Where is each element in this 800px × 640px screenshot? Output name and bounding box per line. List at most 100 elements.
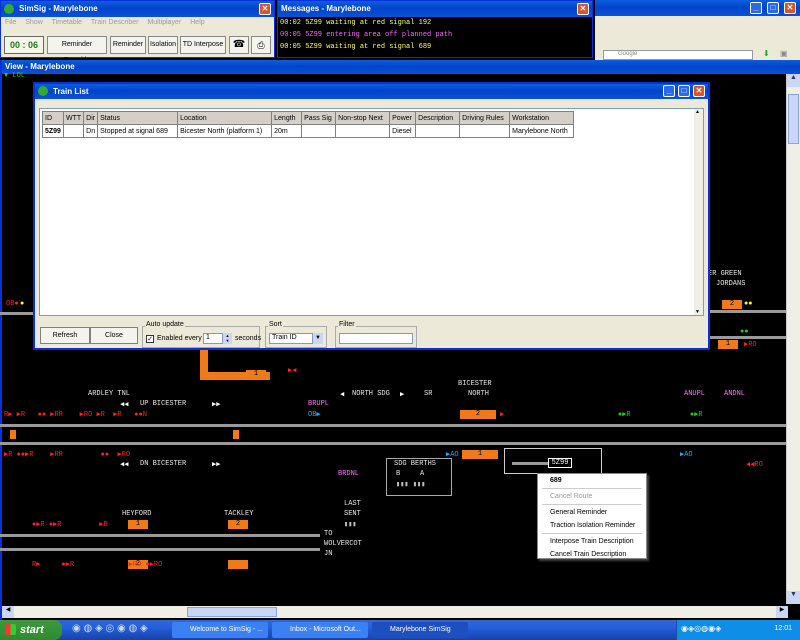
toolbar-icon[interactable]: ▣	[780, 49, 788, 58]
reminder-button[interactable]: Reminder	[110, 36, 146, 54]
track-circuit	[233, 430, 239, 439]
menu-train-describer[interactable]: Train Describer	[91, 19, 139, 26]
filter-input[interactable]	[339, 333, 413, 344]
menu-file[interactable]: File	[5, 19, 16, 26]
col-wtt[interactable]: WTT	[62, 111, 85, 125]
windows-logo-icon	[5, 624, 16, 635]
cell-pass-sig	[301, 124, 337, 138]
close-icon[interactable]: ✕	[577, 3, 589, 15]
scroll-up-icon[interactable]: ▲	[787, 74, 800, 87]
col-location[interactable]: Location	[177, 111, 273, 125]
interval-spinner[interactable]: ▲ ▼	[223, 333, 232, 344]
reminder-override-button[interactable]: Reminder Override	[47, 36, 107, 64]
taskbar-inbox-outlook[interactable]: Inbox - Microsoft Out...	[272, 622, 368, 638]
menu-separator	[542, 504, 642, 505]
col-id[interactable]: ID	[42, 111, 64, 125]
cell-driving-rules	[459, 124, 511, 138]
table-row[interactable]: 5Z99 Dn Stopped at signal 689 Bicester N…	[42, 124, 575, 138]
menu-timetable[interactable]: Timetable	[52, 19, 82, 26]
general-reminder-item[interactable]: General Reminder	[538, 506, 646, 519]
minimize-icon[interactable]: _	[663, 85, 675, 97]
berth-1[interactable]: 1	[128, 520, 148, 529]
berth-1[interactable]: 1	[718, 340, 738, 349]
messages-titlebar[interactable]: Messages - Marylebone ✕	[278, 1, 592, 17]
taskbar-welcome-simsig[interactable]: Welcome to SimSig - ...	[172, 622, 268, 638]
menu-multiplayer[interactable]: Multiplayer	[147, 19, 181, 26]
auto-update-group: Auto update ✓ Enabled every 1 ▲ ▼ seconds	[142, 321, 262, 348]
train-description[interactable]: 5Z99	[548, 458, 572, 468]
cancel-train-description-item[interactable]: Cancel Train Description	[538, 548, 646, 561]
col-length[interactable]: Length	[271, 111, 303, 125]
direction-arrow: ◀◀	[120, 461, 129, 469]
col-status[interactable]: Status	[97, 111, 179, 125]
browser-search-box[interactable]: Google	[603, 50, 753, 60]
hscroll-thumb[interactable]	[187, 607, 277, 617]
close-icon[interactable]: ✕	[784, 2, 796, 14]
col-pass-sig[interactable]: Pass Sig	[301, 111, 337, 125]
maximize-icon[interactable]: □	[767, 2, 779, 14]
scroll-left-icon[interactable]: ◀	[2, 606, 14, 618]
browser-titlebar[interactable]: _ □ ✕	[595, 0, 800, 16]
horizontal-scrollbar[interactable]: ◀ ▶	[2, 606, 788, 618]
seconds-label: seconds	[235, 335, 262, 342]
berth-2[interactable]: 2	[460, 410, 496, 419]
grid-scrollbar[interactable]: ▲ ▼	[694, 109, 703, 315]
cancel-route-item[interactable]: Cancel Route	[538, 490, 646, 503]
enabled-checkbox[interactable]: ✓	[146, 335, 154, 343]
interval-input[interactable]: 1	[203, 333, 223, 344]
view-titlebar[interactable]: View - Marylebone	[2, 60, 800, 74]
menu-show[interactable]: Show	[25, 19, 43, 26]
main-window-titlebar[interactable]: SimSig - Marylebone ✕	[1, 1, 274, 17]
col-power[interactable]: Power	[389, 111, 417, 125]
close-icon[interactable]: ✕	[693, 85, 705, 97]
col-workstation[interactable]: Workstation	[509, 111, 575, 125]
refresh-button[interactable]: Refresh	[40, 327, 90, 344]
telephone-icon[interactable]: ☎	[229, 36, 249, 54]
berth-2[interactable]: 2	[722, 300, 742, 309]
direction-arrow: ▶	[400, 391, 405, 399]
signal-icon: ●●	[740, 328, 749, 336]
chevron-down-icon[interactable]: ▼	[313, 333, 323, 344]
signal-icon: ▶◀	[288, 367, 297, 375]
train-list-title: Train List	[53, 87, 89, 96]
taskbar-marylebone-simsig[interactable]: Marylebone SimSig	[372, 622, 468, 638]
col-non-stop-next[interactable]: Non-stop Next	[335, 111, 391, 125]
scroll-thumb[interactable]	[788, 94, 799, 144]
berth-1[interactable]: 1	[246, 370, 266, 379]
berth-orange[interactable]	[228, 560, 248, 569]
berth-1[interactable]: 1	[462, 450, 498, 459]
menu-separator	[542, 488, 642, 489]
scroll-right-icon[interactable]: ▶	[776, 606, 788, 618]
train-list-titlebar[interactable]: Train List _ □ ✕	[35, 84, 708, 99]
interpose-train-description-item[interactable]: Interpose Train Description	[538, 535, 646, 548]
close-icon[interactable]: ✕	[259, 3, 271, 15]
col-description[interactable]: Description	[415, 111, 461, 125]
minimize-icon[interactable]: _	[750, 2, 762, 14]
isolation-button[interactable]: Isolation	[148, 36, 178, 54]
printer-icon[interactable]: ⎙	[251, 36, 271, 54]
close-button[interactable]: Close	[90, 327, 138, 344]
edge-signal: ▼ LOL	[4, 72, 26, 80]
traction-isolation-reminder-item[interactable]: Traction Isolation Reminder	[538, 519, 646, 532]
platform-label: BRUPL	[308, 400, 330, 408]
berth-2[interactable]: 2	[228, 520, 248, 529]
sort-select[interactable]: Train ID	[269, 333, 313, 344]
signal-icon: ●●	[744, 300, 753, 308]
maximize-icon[interactable]: □	[678, 85, 690, 97]
sort-label: Sort	[268, 321, 283, 328]
start-button[interactable]: start	[0, 620, 62, 640]
direction-arrow: ◀	[340, 391, 345, 399]
main-window: SimSig - Marylebone ✕ File Show Timetabl…	[0, 0, 275, 64]
vertical-scrollbar[interactable]: ▲ ▼	[786, 74, 800, 604]
scroll-down-icon[interactable]: ▼	[787, 591, 800, 604]
col-dir[interactable]: Dir	[83, 111, 99, 125]
tray-icons[interactable]: ◉◈◎◍◉◈	[681, 624, 721, 633]
cell-description	[415, 124, 461, 138]
scroll-up-icon[interactable]: ▲	[695, 109, 700, 115]
quicklaunch-icons[interactable]: ◉ ◍ ◈ ◎ ◉ ◍ ◈	[72, 623, 148, 634]
download-icon[interactable]: ⬇	[763, 49, 770, 58]
scroll-down-icon[interactable]: ▼	[695, 309, 700, 315]
td-interpose-button[interactable]: TD Interpose	[180, 36, 226, 54]
col-driving-rules[interactable]: Driving Rules	[459, 111, 511, 125]
menu-help[interactable]: Help	[190, 19, 204, 26]
